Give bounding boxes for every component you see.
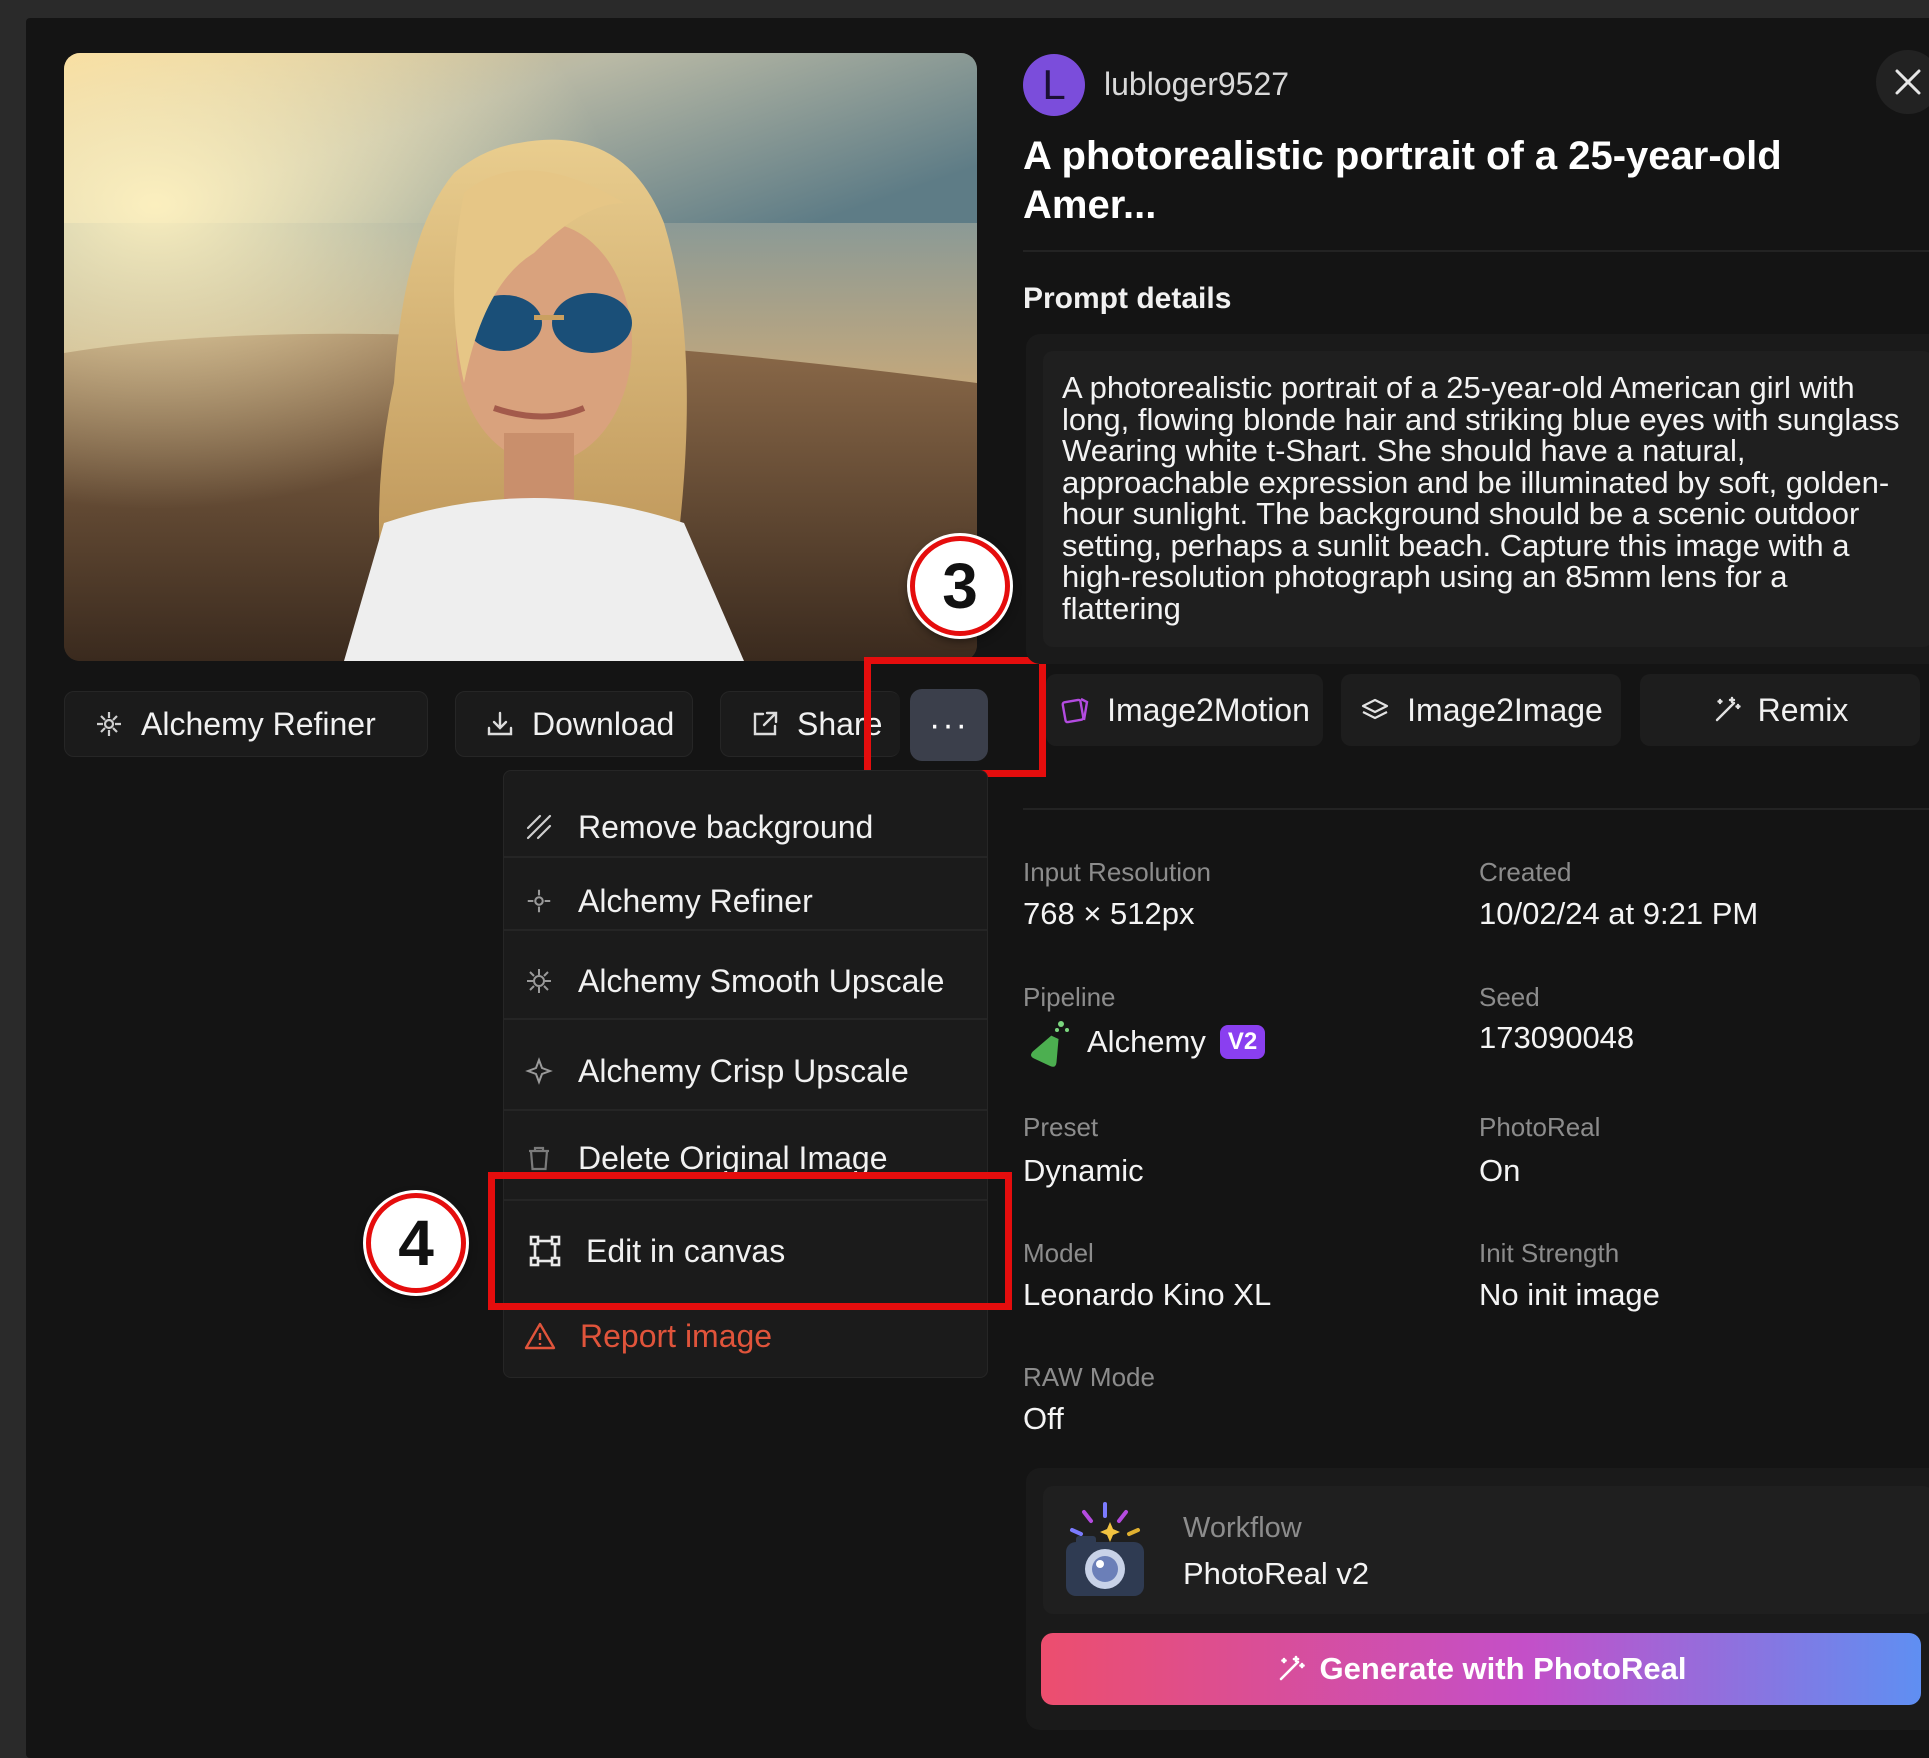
version-badge: V2	[1219, 1025, 1266, 1059]
smooth-upscale-icon	[527, 969, 551, 993]
divider	[1023, 250, 1929, 252]
menu-item-remove-background[interactable]: Remove background	[504, 795, 987, 859]
image-title: A photorealistic portrait of a 25-year-o…	[1023, 134, 1782, 227]
pipeline-value: Alchemy V2	[1027, 1016, 1266, 1068]
download-button[interactable]: Download	[455, 691, 693, 757]
preset-value: Dynamic	[1023, 1153, 1144, 1188]
menu-item-label: Alchemy Refiner	[578, 882, 813, 919]
username[interactable]: lubloger9527	[1104, 66, 1289, 103]
model-label: Model	[1023, 1238, 1094, 1268]
image2image-button[interactable]: Image2Image	[1341, 674, 1621, 746]
init-strength-label: Init Strength	[1479, 1238, 1620, 1268]
close-icon	[1895, 69, 1921, 95]
workflow-card[interactable]	[1043, 1486, 1929, 1614]
avatar[interactable]: L	[1023, 54, 1085, 116]
input-resolution-value: 768 × 512px	[1023, 896, 1195, 931]
download-icon	[487, 711, 513, 736]
step-3-label: 3	[942, 550, 978, 622]
image2motion-label: Image2Motion	[1107, 691, 1310, 728]
magic-wand-icon	[1279, 1655, 1305, 1681]
created-label: Created	[1479, 857, 1572, 887]
image2motion-icon	[1061, 697, 1089, 724]
created-value: 10/02/24 at 9:21 PM	[1479, 896, 1759, 931]
menu-item-label: Delete Original Image	[578, 1139, 888, 1176]
image2motion-button[interactable]: Image2Motion	[1046, 674, 1323, 746]
preset-label: Preset	[1023, 1112, 1099, 1142]
input-resolution-label: Input Resolution	[1023, 857, 1211, 887]
avatar-letter: L	[1042, 61, 1066, 108]
seed-value[interactable]: 173090048	[1479, 1020, 1634, 1056]
pipeline-label: Pipeline	[1023, 982, 1116, 1012]
seed-label: Seed	[1479, 982, 1540, 1012]
crisp-upscale-icon	[525, 1057, 553, 1085]
magic-wand-icon	[1715, 696, 1741, 722]
camera-icon	[1066, 1502, 1144, 1596]
workflow-value: PhotoReal v2	[1183, 1556, 1370, 1591]
menu-item-label: Alchemy Crisp Upscale	[578, 1052, 909, 1089]
remove-background-icon	[526, 814, 552, 840]
model-value: Leonardo Kino XL	[1023, 1277, 1272, 1312]
generate-with-photoreal-button[interactable]: Generate with PhotoReal	[1041, 1633, 1921, 1705]
prompt-text: A photorealistic portrait of a 25-year-o…	[1062, 370, 1900, 626]
refiner-icon	[97, 712, 121, 736]
highlight-more-options	[864, 657, 1046, 777]
generated-image[interactable]	[64, 53, 977, 661]
remix-label: Remix	[1757, 691, 1849, 728]
step-3-marker: 3	[910, 536, 1010, 636]
share-icon	[753, 711, 778, 736]
refiner-icon	[527, 889, 551, 913]
step-4-marker: 4	[366, 1193, 466, 1293]
pipeline-name: Alchemy	[1087, 1024, 1206, 1059]
init-strength-value: No init image	[1479, 1277, 1660, 1312]
flask-icon	[1031, 1021, 1069, 1067]
prompt-details-label: Prompt details	[1023, 282, 1232, 315]
alchemy-refiner-label: Alchemy Refiner	[141, 705, 376, 742]
trash-icon	[529, 1146, 549, 1171]
menu-item-label: Remove background	[578, 808, 874, 845]
generate-label: Generate with PhotoReal	[1319, 1651, 1687, 1686]
alchemy-refiner-button[interactable]: Alchemy Refiner	[64, 691, 428, 757]
raw-mode-label: RAW Mode	[1023, 1362, 1155, 1392]
menu-item-alchemy-smooth-upscale[interactable]: Alchemy Smooth Upscale	[504, 936, 987, 1026]
menu-item-alchemy-crisp-upscale[interactable]: Alchemy Crisp Upscale	[504, 1026, 987, 1116]
workflow-label: Workflow	[1183, 1512, 1302, 1544]
remix-button[interactable]: Remix	[1640, 674, 1920, 746]
menu-item-label: Alchemy Smooth Upscale	[578, 962, 945, 999]
raw-mode-value: Off	[1023, 1401, 1064, 1436]
photoreal-value: On	[1479, 1153, 1521, 1188]
warning-icon	[524, 1322, 556, 1350]
highlight-edit-in-canvas	[488, 1172, 1012, 1310]
download-label: Download	[532, 705, 675, 742]
image2image-label: Image2Image	[1407, 691, 1603, 728]
divider	[1023, 808, 1929, 810]
step-4-label: 4	[398, 1207, 434, 1279]
photoreal-label: PhotoReal	[1479, 1112, 1601, 1142]
layers-icon	[1362, 698, 1389, 720]
menu-item-label: Report image	[580, 1317, 773, 1354]
